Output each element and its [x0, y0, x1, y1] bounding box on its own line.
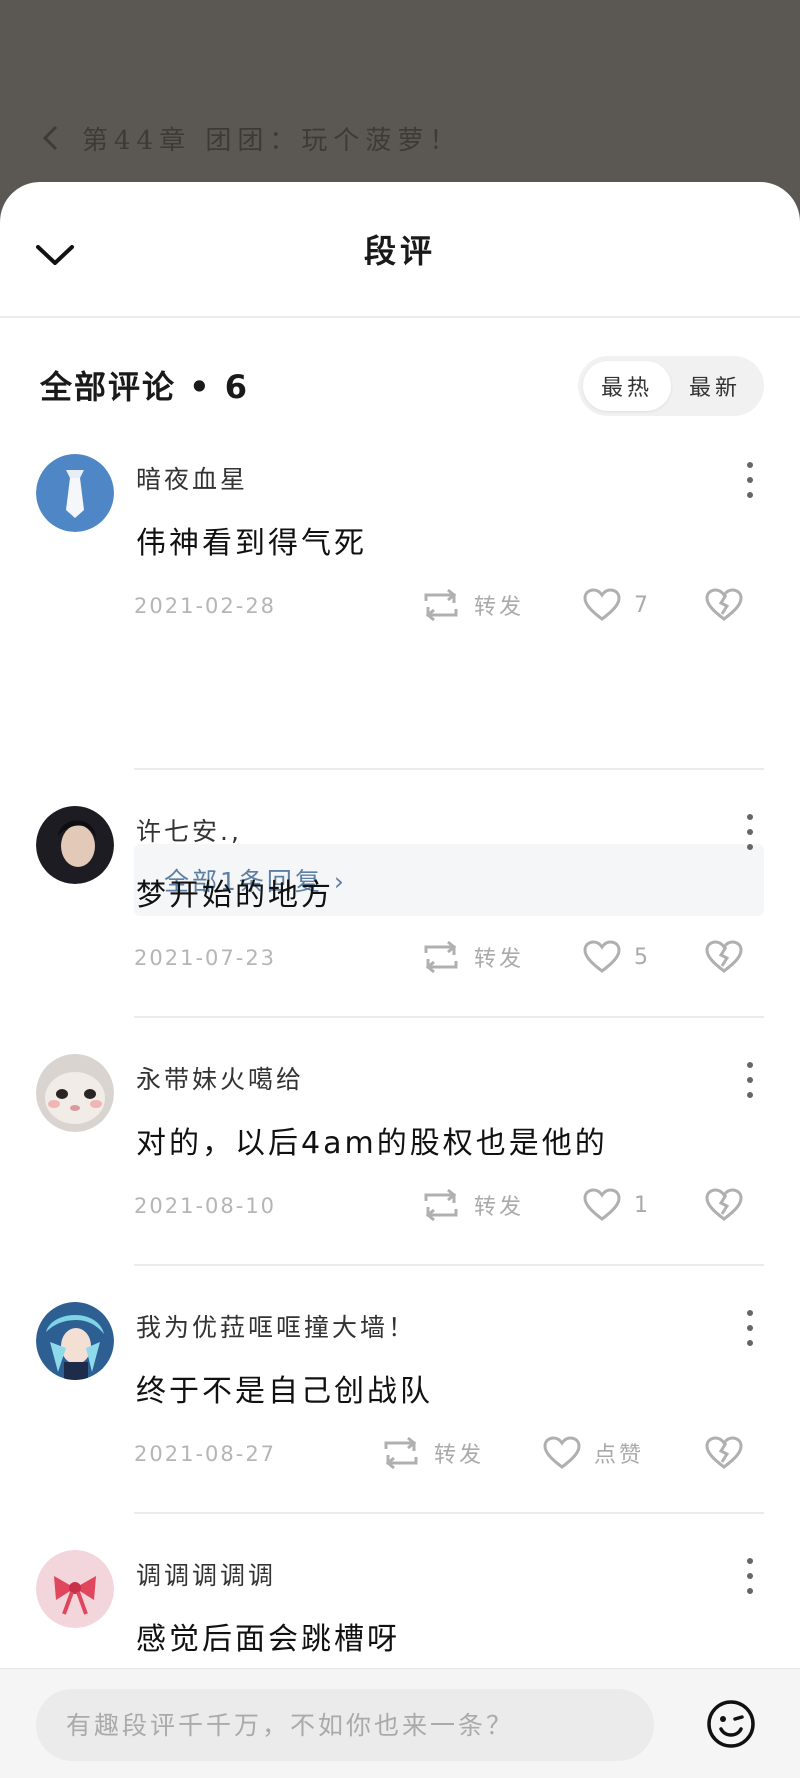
avatar[interactable]: [36, 806, 114, 884]
comment-author[interactable]: 我为优菈哐哐撞大墙！: [136, 1308, 416, 1344]
broken-heart-icon: [705, 1436, 743, 1469]
comment-author[interactable]: 永带妹火噶给: [136, 1060, 304, 1096]
repost-label: 转发: [474, 1195, 525, 1220]
more-vertical-icon[interactable]: [736, 1306, 764, 1350]
repost-label: 转发: [474, 595, 525, 620]
like-count: 5: [634, 944, 651, 970]
comment-date: 2021-08-10: [134, 1194, 277, 1218]
comment-text: 伟神看到得气死: [136, 526, 367, 561]
repost-icon: [424, 1188, 458, 1222]
sort-toggle: 最热 最新: [578, 356, 764, 416]
sort-hot-tab[interactable]: 最热: [583, 361, 671, 411]
dislike-button[interactable]: [704, 1428, 744, 1478]
comments-count-title: 全部评论 • 6: [40, 368, 250, 406]
like-button[interactable]: 1: [582, 1180, 651, 1230]
comment-text: 对的，以后4am的股权也是他的: [136, 1126, 608, 1161]
comment-date: 2021-08-27: [134, 1442, 277, 1466]
broken-heart-icon: [705, 588, 743, 621]
comment-author[interactable]: 调调调调调: [136, 1556, 276, 1592]
divider: [134, 1016, 764, 1018]
repost-icon: [384, 1436, 418, 1470]
sheet-title: 段评: [363, 232, 436, 270]
avatar[interactable]: [36, 454, 114, 532]
divider: [134, 1512, 764, 1514]
like-label: 点赞: [594, 1443, 645, 1468]
repost-icon: [424, 940, 458, 974]
like-button[interactable]: 点赞: [542, 1428, 644, 1478]
comment-date: 2021-02-28: [134, 594, 277, 618]
avatar[interactable]: [36, 1302, 114, 1380]
more-vertical-icon[interactable]: [736, 1058, 764, 1102]
like-button[interactable]: 5: [582, 932, 651, 982]
repost-icon: [424, 588, 458, 622]
comment-text: 感觉后面会跳槽呀: [136, 1622, 400, 1657]
comment-sheet: 段评 全部评论 • 6 最热 最新 暗夜血星 伟神看到得气死 2021-02-2…: [0, 182, 800, 1778]
smile-icon: [707, 1700, 755, 1748]
divider: [134, 1264, 764, 1266]
sort-new-tab[interactable]: 最新: [671, 361, 759, 411]
heart-icon: [583, 588, 621, 621]
comment-author[interactable]: 暗夜血星: [136, 460, 248, 496]
heart-icon: [543, 1436, 581, 1469]
repost-button[interactable]: 转发: [420, 932, 524, 982]
divider: [134, 768, 764, 770]
comment-item: 许七安., 梦开始的地方 2021-07-23 转发 5: [0, 806, 800, 996]
more-vertical-icon[interactable]: [736, 1554, 764, 1598]
broken-heart-icon: [705, 1188, 743, 1221]
dislike-button[interactable]: [704, 580, 744, 630]
comment-author[interactable]: 许七安.,: [136, 812, 242, 848]
comment-input-bar: [0, 1668, 800, 1778]
comment-text: 终于不是自己创战队: [136, 1374, 433, 1409]
comment-text: 梦开始的地方: [136, 878, 334, 913]
more-vertical-icon[interactable]: [736, 810, 764, 854]
repost-label: 转发: [474, 947, 525, 972]
comment-item: 我为优菈哐哐撞大墙！ 终于不是自己创战队 2021-08-27 转发 点赞: [0, 1302, 800, 1492]
comment-date: 2021-07-23: [134, 946, 277, 970]
repost-button[interactable]: 转发: [420, 580, 524, 630]
like-button[interactable]: 7: [582, 580, 651, 630]
broken-heart-icon: [705, 940, 743, 973]
dislike-button[interactable]: [704, 1180, 744, 1230]
chapter-title: 第44章 团团：玩个菠萝！: [82, 126, 462, 156]
comment-item: 暗夜血星 伟神看到得气死 2021-02-28 转发 7 全部1条回复 ›: [0, 454, 800, 916]
more-vertical-icon[interactable]: [736, 458, 764, 502]
sheet-header: 段评: [0, 182, 800, 318]
comment-input[interactable]: [36, 1689, 654, 1761]
avatar[interactable]: [36, 1550, 114, 1628]
dislike-button[interactable]: [704, 932, 744, 982]
repost-label: 转发: [434, 1443, 485, 1468]
heart-icon: [583, 1188, 621, 1221]
avatar[interactable]: [36, 1054, 114, 1132]
like-count: 1: [634, 1192, 651, 1218]
heart-icon: [583, 940, 621, 973]
reader-top-bar: 第44章 团团：玩个菠萝！: [0, 0, 800, 182]
emoji-button[interactable]: [704, 1697, 758, 1751]
repost-button[interactable]: 转发: [380, 1428, 484, 1478]
like-count: 7: [634, 592, 651, 618]
repost-button[interactable]: 转发: [420, 1180, 524, 1230]
comment-item: 永带妹火噶给 对的，以后4am的股权也是他的 2021-08-10 转发 1: [0, 1054, 800, 1244]
comment-item: 调调调调调 感觉后面会跳槽呀: [0, 1550, 800, 1670]
chevron-left-icon[interactable]: [40, 124, 62, 152]
comments-list-header: 全部评论 • 6 最热 最新: [0, 318, 800, 434]
